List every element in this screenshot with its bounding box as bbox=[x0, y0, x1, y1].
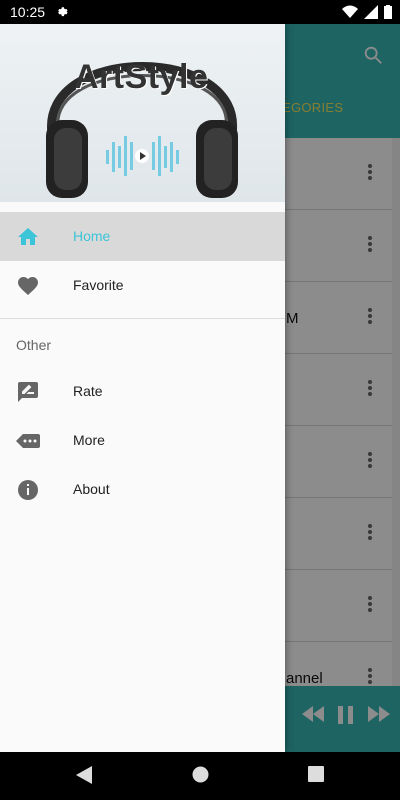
more-icon bbox=[16, 434, 40, 448]
navigation-drawer: ArtStyle Home Favorite Other Rate More A… bbox=[0, 24, 285, 752]
drawer-item-label: Rate bbox=[73, 383, 103, 399]
info-icon bbox=[18, 480, 38, 500]
drawer-header: ArtStyle bbox=[0, 24, 285, 202]
drawer-item-label: More bbox=[73, 432, 105, 448]
system-navigation-bar bbox=[0, 752, 400, 800]
drawer-item-more[interactable]: More bbox=[0, 416, 285, 465]
rate-icon bbox=[18, 382, 38, 402]
battery-icon bbox=[384, 5, 392, 19]
heart-icon bbox=[18, 277, 38, 295]
drawer-item-label: Favorite bbox=[73, 277, 124, 293]
drawer-item-favorite[interactable]: Favorite bbox=[0, 261, 285, 310]
settings-gear-icon bbox=[58, 7, 68, 17]
wifi-icon bbox=[342, 5, 358, 18]
section-title-other: Other bbox=[16, 337, 52, 353]
drawer-item-about[interactable]: About bbox=[0, 465, 285, 514]
status-time: 10:25 bbox=[10, 4, 46, 20]
headphones-logo bbox=[46, 62, 238, 198]
home-icon bbox=[18, 228, 38, 245]
recents-icon[interactable] bbox=[308, 766, 324, 782]
status-bar: 10:25 bbox=[0, 0, 400, 24]
home-nav-icon[interactable] bbox=[192, 766, 209, 783]
back-icon[interactable] bbox=[76, 766, 92, 784]
drawer-item-label: Home bbox=[73, 228, 111, 244]
signal-icon bbox=[364, 5, 378, 19]
drawer-item-label: About bbox=[73, 481, 110, 497]
drawer-item-rate[interactable]: Rate bbox=[0, 367, 285, 416]
status-icons bbox=[342, 5, 392, 19]
drawer-item-home[interactable]: Home bbox=[0, 212, 285, 261]
brand-title: ArtStyle bbox=[74, 58, 209, 96]
